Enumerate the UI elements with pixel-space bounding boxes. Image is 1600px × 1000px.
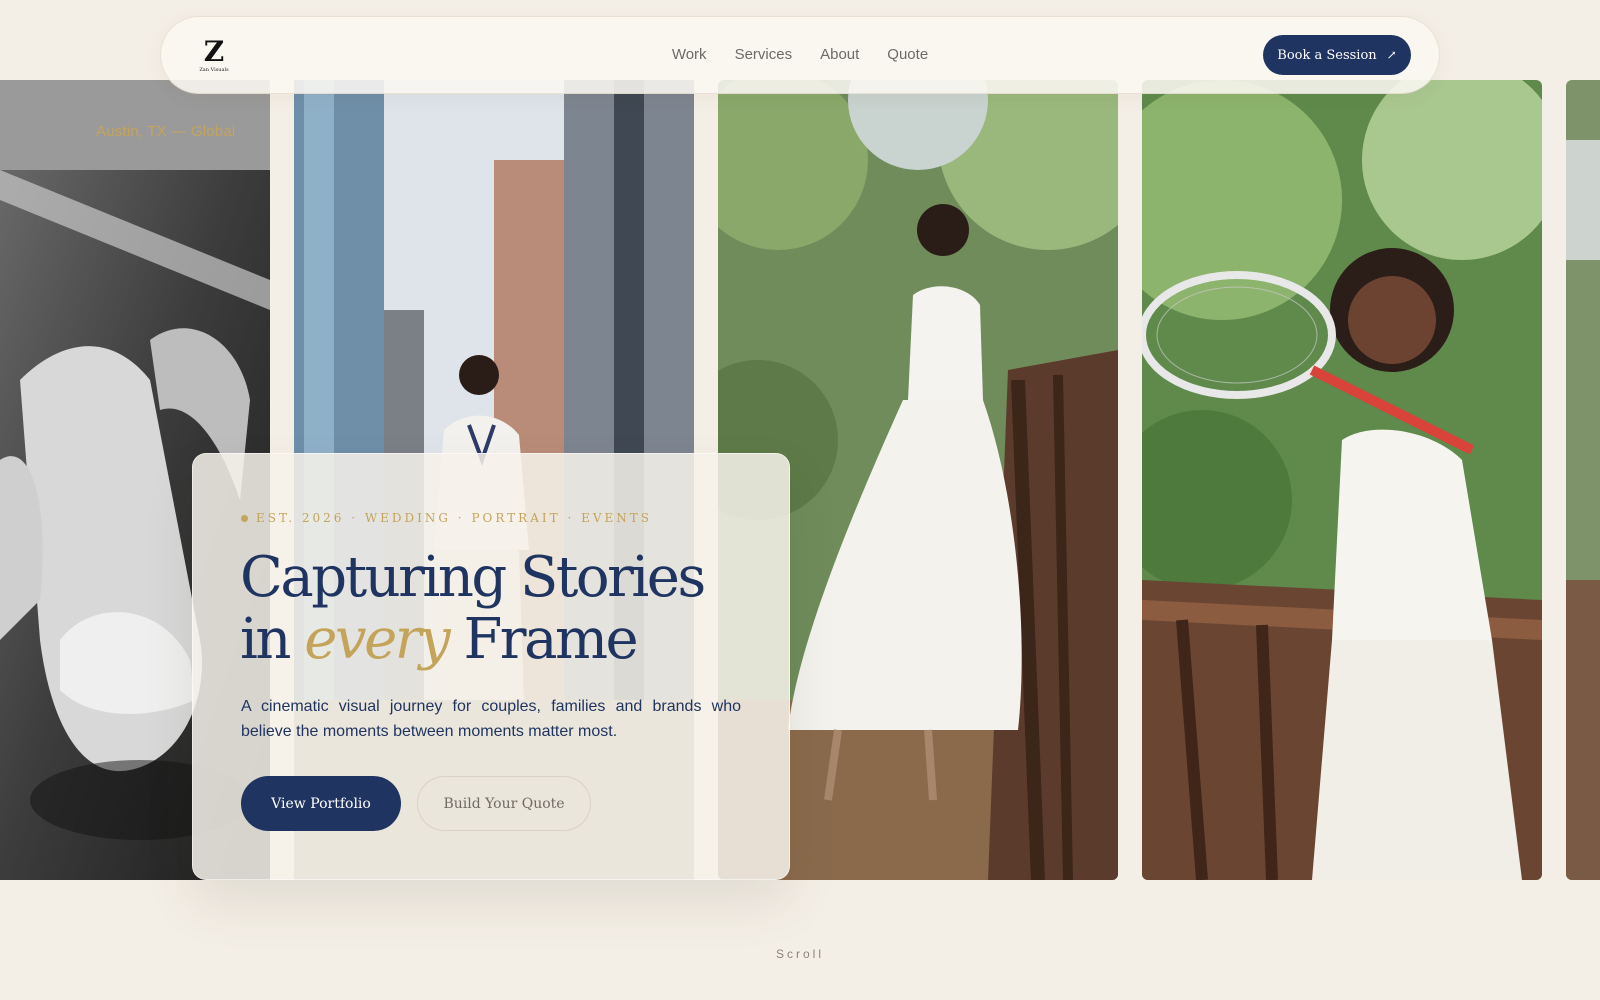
headline-frame: Frame xyxy=(463,607,638,672)
hero-description: A cinematic visual journey for couples, … xyxy=(241,698,741,740)
photo-sliver xyxy=(1566,80,1600,880)
headline-accent: every xyxy=(304,607,450,672)
eyebrow-dot-icon xyxy=(241,514,248,522)
nav-link-quote[interactable]: Quote xyxy=(887,46,928,63)
nav-link-about[interactable]: About xyxy=(820,46,859,63)
nav-link-services[interactable]: Services xyxy=(735,46,793,63)
logo-subtitle: Zan Visuals xyxy=(199,67,229,73)
headline-line-1: Capturing Stories xyxy=(240,545,706,610)
scroll-indicator[interactable]: Scroll xyxy=(0,947,1600,961)
nav-link-work[interactable]: Work xyxy=(672,46,707,63)
arrow-up-right-icon: ↗ xyxy=(1386,48,1397,62)
photo-tennis-portrait xyxy=(1142,80,1542,880)
nav-links: Work Services About Quote xyxy=(161,46,1439,63)
location-label: Austin, TX — Global xyxy=(96,123,236,140)
hero-headline: Capturing Stories in every Frame xyxy=(240,545,706,672)
top-nav: Z Zan Visuals Work Services About Quote … xyxy=(160,16,1440,94)
hero-card: EST. 2026 · WEDDING · PORTRAIT · EVENTS … xyxy=(192,453,790,880)
build-quote-button[interactable]: Build Your Quote xyxy=(417,776,591,831)
book-session-label: Book a Session xyxy=(1277,47,1377,63)
hero-eyebrow: EST. 2026 · WEDDING · PORTRAIT · EVENTS xyxy=(241,511,652,525)
headline-in: in xyxy=(240,607,291,672)
eyebrow-text: EST. 2026 · WEDDING · PORTRAIT · EVENTS xyxy=(256,511,652,525)
book-session-button[interactable]: Book a Session ↗ xyxy=(1263,35,1411,75)
view-portfolio-button[interactable]: View Portfolio xyxy=(241,776,401,831)
